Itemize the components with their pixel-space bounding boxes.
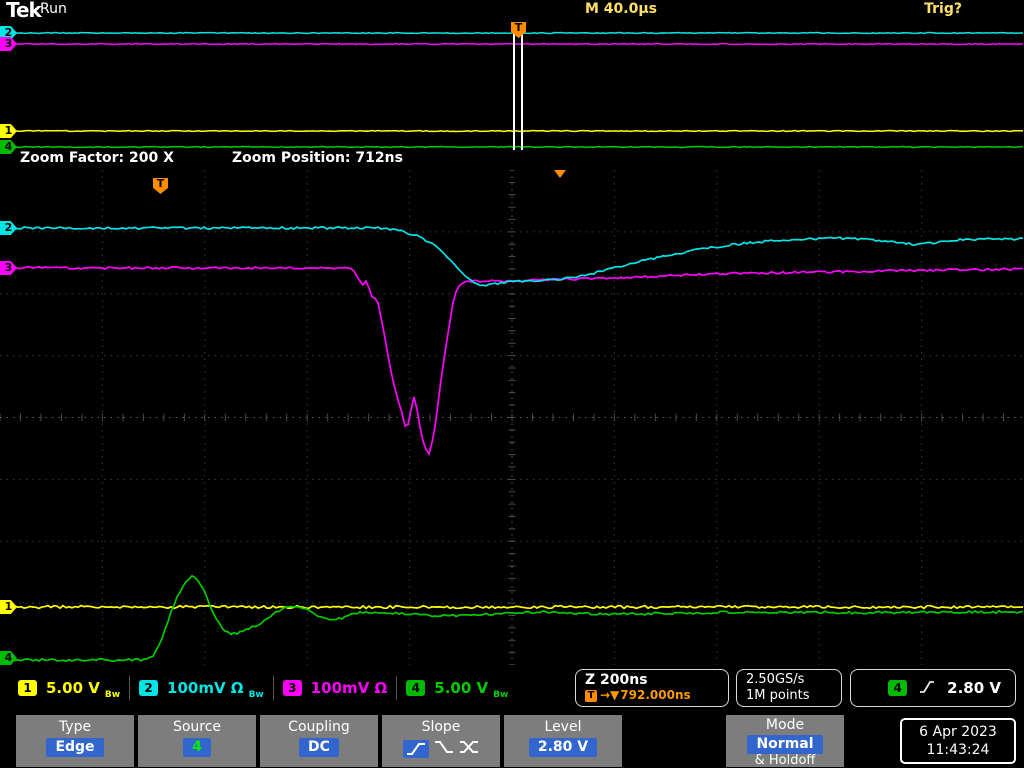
zoom-info-bar: Zoom Factor: 200 X Zoom Position: 712ns [0, 150, 1024, 168]
ch1-bandwidth-icon: Bw [104, 690, 121, 700]
date-label: 6 Apr 2023 [919, 724, 997, 740]
trace-ch3 [0, 42, 1024, 46]
readout-separator [396, 676, 398, 700]
readout-separator [129, 676, 131, 700]
trace-ch2 [0, 31, 1023, 35]
zoom-scale-readout: Z 200ns [585, 672, 648, 688]
menu-mode-title: Mode [765, 717, 805, 733]
slope-falling-icon[interactable] [434, 739, 454, 759]
zoom-position-readout: T →▼ 792.000ns [585, 688, 719, 703]
channel-readouts: 1 5.00 V Bw 2 100mV Ω Bw 3 100mV Ω 4 5.0… [18, 674, 508, 702]
zoom-graticule-area: T 2 3 1 4 [0, 170, 1024, 665]
slope-either-icon[interactable] [459, 739, 479, 759]
ch3-scale: 100mV Ω [310, 679, 388, 697]
readout-bar: 1 5.00 V Bw 2 100mV Ω Bw 3 100mV Ω 4 5.0… [0, 668, 1024, 710]
menu-coupling-value: DC [299, 738, 339, 757]
menu-slope-button[interactable]: Slope [382, 715, 500, 767]
datetime-box: 6 Apr 2023 11:43:24 [900, 718, 1016, 764]
trigger-level-readout: 2.80 V [947, 679, 1001, 697]
trigger-status: Trig? [924, 1, 962, 17]
trigger-slope-icon [919, 679, 935, 698]
zoom-window-right-edge[interactable] [521, 22, 523, 150]
trigger-readout-box: 4 2.80 V [850, 669, 1016, 707]
overview-waveforms [0, 31, 1024, 149]
ch3-badge: 3 [282, 680, 302, 696]
zoom-arrow-icon: →▼ [600, 688, 620, 702]
zoom-factor-label: Zoom Factor: 200 X [20, 150, 174, 166]
zoom-position-label: Zoom Position: 712ns [232, 150, 403, 166]
menu-source-value: 4 [183, 738, 211, 757]
trigger-source-badge: 4 [888, 680, 908, 696]
trace-ch4 [0, 145, 1023, 149]
readout-separator [272, 676, 274, 700]
menu-type-title: Type [58, 719, 92, 735]
menu-level-value: 2.80 V [528, 738, 598, 757]
slope-rising-icon[interactable] [403, 740, 429, 758]
top-status-bar: Tek Run M 40.0µs Trig? [0, 0, 1024, 22]
menu-slope-title: Slope [421, 719, 461, 735]
ch1-scale: 5.00 V [46, 679, 100, 697]
sample-rate: 2.50GS/s [746, 672, 805, 687]
menu-mode-extra: & Holdoff [754, 753, 816, 768]
trigger-menu-bar: Type Edge Source 4 Coupling DC Slope Lev… [0, 712, 1024, 768]
acquisition-status: Run [40, 1, 67, 17]
ch4-bandwidth-icon: Bw [493, 690, 509, 700]
menu-level-title: Level [544, 719, 582, 735]
trace-ch1 [0, 129, 1024, 133]
zoom-window-left-edge[interactable] [513, 22, 515, 150]
ch2-scale: 100mV Ω [167, 679, 244, 697]
ch2-badge: 2 [139, 680, 159, 696]
acquisition-info-box: 2.50GS/s 1M points [736, 669, 842, 707]
zoom-timebase-box: Z 200ns T →▼ 792.000ns [575, 669, 729, 707]
menu-coupling-title: Coupling [288, 719, 350, 735]
zoom-position-value: 792.000ns [620, 688, 691, 702]
trigger-flag-icon: T [585, 689, 597, 702]
menu-level-button[interactable]: Level 2.80 V [504, 715, 622, 767]
menu-type-button[interactable]: Type Edge [16, 715, 134, 767]
ch1-badge: 1 [18, 680, 37, 696]
ch2-bandwidth-icon: Bw [248, 690, 264, 700]
menu-mode-value: Normal [747, 735, 823, 754]
time-label: 11:43:24 [926, 742, 990, 758]
slope-options [382, 739, 500, 759]
menu-coupling-button[interactable]: Coupling DC [260, 715, 378, 767]
menu-source-title: Source [172, 719, 222, 735]
ch4-scale: 5.00 V [434, 679, 489, 697]
record-length: 1M points [746, 688, 810, 703]
menu-mode-button[interactable]: Mode Normal & Holdoff [726, 715, 844, 768]
expansion-point-marker-icon [554, 170, 566, 178]
main-timebase-readout: M 40.0µs [585, 1, 657, 17]
ch4-badge: 4 [406, 680, 426, 696]
menu-source-button[interactable]: Source 4 [138, 715, 256, 767]
menu-type-value: Edge [46, 738, 104, 757]
oscilloscope-screen: Tek Run M 40.0µs Trig? 2 3 1 4 T Zoom Fa… [0, 0, 1024, 768]
record-overview-strip: 2 3 1 4 T [0, 18, 1024, 154]
zoom-waveforms [0, 170, 1024, 665]
